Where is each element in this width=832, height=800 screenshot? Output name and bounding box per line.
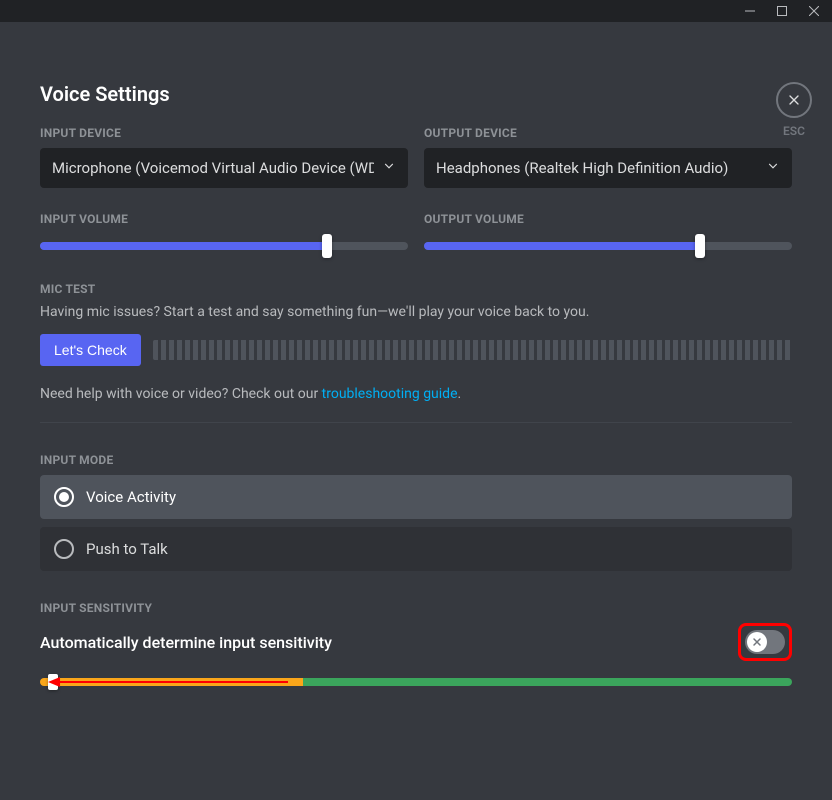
output-volume-slider[interactable] [424, 234, 792, 258]
close-settings-button[interactable] [776, 82, 812, 118]
divider [40, 422, 792, 423]
input-device-value: Microphone (Voicemod Virtual Audio Devic… [52, 159, 374, 177]
input-mode-option[interactable]: Push to Talk [40, 527, 792, 571]
window-titlebar [0, 0, 832, 22]
input-mode-option[interactable]: Voice Activity [40, 475, 792, 519]
troubleshooting-link[interactable]: troubleshooting guide [322, 386, 458, 402]
window-minimize-button[interactable] [736, 0, 764, 22]
page-title: Voice Settings [40, 82, 792, 106]
input-device-select[interactable]: Microphone (Voicemod Virtual Audio Devic… [40, 148, 408, 188]
mic-test-description: Having mic issues? Start a test and say … [40, 304, 792, 320]
output-device-value: Headphones (Realtek High Definition Audi… [436, 159, 728, 177]
auto-sensitivity-label: Automatically determine input sensitivit… [40, 633, 332, 652]
slider-thumb[interactable] [322, 234, 332, 258]
radio-icon [54, 539, 74, 559]
settings-page: ESC Voice Settings Input Device Micropho… [0, 22, 832, 800]
auto-sensitivity-toggle[interactable] [745, 630, 785, 654]
annotation-highlight-box [738, 623, 792, 661]
input-sensitivity-label: Input Sensitivity [40, 601, 792, 615]
output-device-label: Output Device [424, 126, 792, 140]
mic-test-meter [153, 340, 792, 360]
input-volume-slider[interactable] [40, 234, 408, 258]
input-mode-label: Input Mode [40, 453, 792, 467]
help-text: Need help with voice or video? Check out… [40, 386, 792, 402]
mic-test-button[interactable]: Let's Check [40, 334, 141, 366]
output-volume-label: Output Volume [424, 212, 792, 226]
window-close-button[interactable] [800, 0, 828, 22]
toggle-knob [747, 632, 767, 652]
input-mode-option-label: Voice Activity [86, 488, 176, 506]
esc-label: ESC [783, 124, 805, 138]
input-volume-label: Input Volume [40, 212, 408, 226]
output-device-select[interactable]: Headphones (Realtek High Definition Audi… [424, 148, 792, 188]
mic-test-label: Mic Test [40, 282, 792, 296]
slider-thumb[interactable] [695, 234, 705, 258]
input-mode-option-label: Push to Talk [86, 540, 168, 558]
chevron-down-icon [766, 159, 780, 177]
chevron-down-icon [382, 159, 396, 177]
slider-thumb[interactable] [48, 674, 58, 690]
close-icon [751, 636, 763, 648]
window-maximize-button[interactable] [768, 0, 796, 22]
radio-icon [54, 487, 74, 507]
input-device-label: Input Device [40, 126, 408, 140]
close-icon [786, 92, 802, 108]
input-sensitivity-slider[interactable] [40, 675, 792, 689]
